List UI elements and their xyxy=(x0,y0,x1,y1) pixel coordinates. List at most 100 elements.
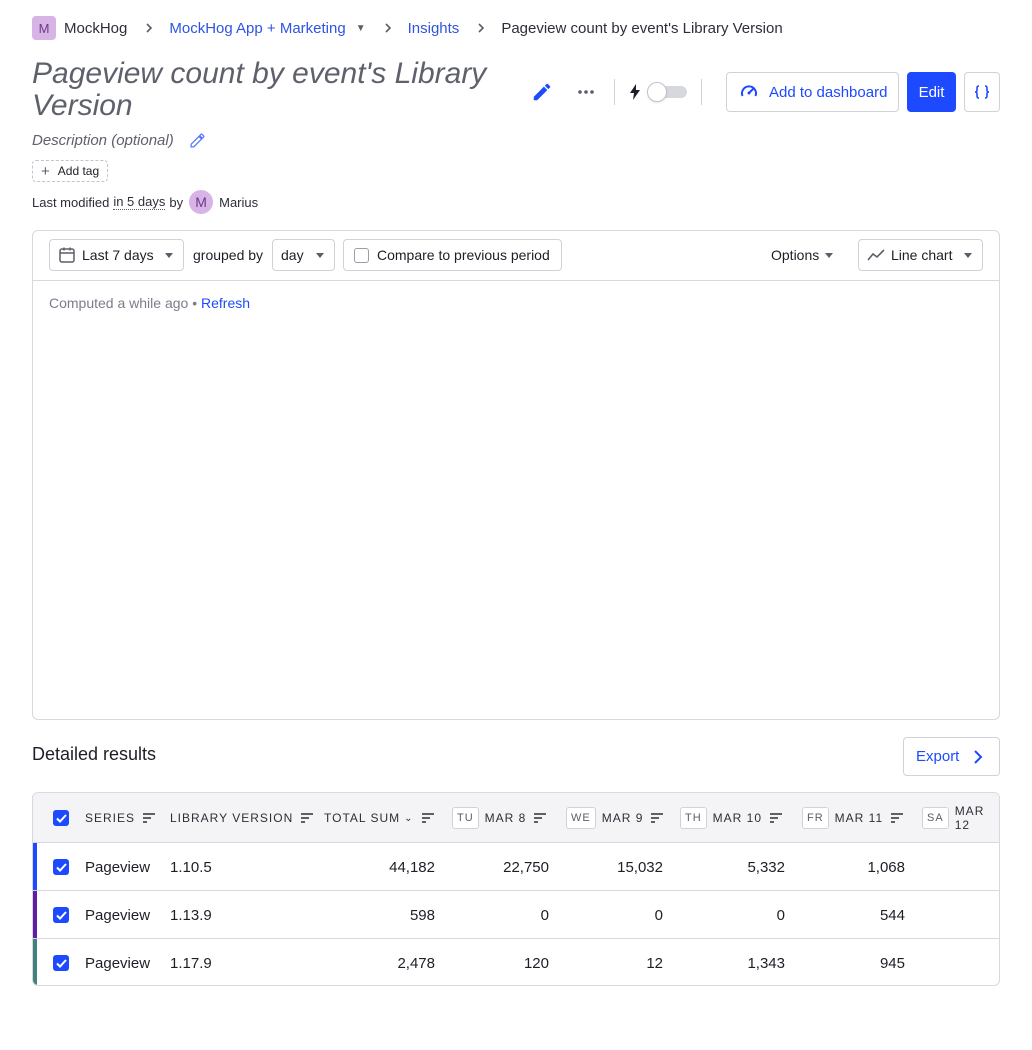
series-name[interactable]: Pageview xyxy=(85,843,150,891)
chevron-right-icon xyxy=(974,749,983,764)
edit-title-pencil-icon[interactable] xyxy=(528,78,556,106)
day-value: 0 xyxy=(654,906,663,924)
plus-icon: + xyxy=(41,162,50,180)
description-row: Description (optional) xyxy=(32,130,212,150)
day-value: 544 xyxy=(879,906,905,924)
checkbox-checked[interactable] xyxy=(53,955,69,971)
column-library-version[interactable]: LIBRARY VERSION xyxy=(170,793,314,843)
library-version: 1.13.9 xyxy=(170,906,212,924)
interval-select[interactable]: day xyxy=(272,239,335,271)
refresh-link[interactable]: Refresh xyxy=(201,295,250,311)
line-chart-icon xyxy=(867,249,885,261)
more-options-icon[interactable] xyxy=(572,78,600,106)
last-modified-row: Last modified in 5 days by M Marius xyxy=(32,190,258,214)
sort-icon[interactable] xyxy=(143,813,156,823)
author-name: Marius xyxy=(219,194,259,210)
sort-icon[interactable] xyxy=(891,813,904,823)
column-series[interactable]: SERIES xyxy=(85,793,156,843)
export-button[interactable]: Export xyxy=(903,737,1000,776)
sort-icon[interactable] xyxy=(534,813,547,823)
toggle-knob xyxy=(647,82,667,102)
breadcrumb-org[interactable]: MockHog xyxy=(64,20,127,37)
gauge-icon xyxy=(741,85,757,97)
breadcrumb: M MockHog MockHog App + Marketing ▼ Insi… xyxy=(32,16,783,40)
weekday-tag: SA xyxy=(922,807,949,829)
series-name[interactable]: Pageview xyxy=(85,891,150,939)
author-avatar: M xyxy=(189,190,214,214)
options-dropdown[interactable]: Options xyxy=(763,239,843,271)
results-title: Detailed results xyxy=(32,744,157,764)
weekday-tag: WE xyxy=(566,807,596,829)
sort-icon[interactable] xyxy=(770,813,783,823)
braces-icon xyxy=(974,85,990,99)
chart-type-select[interactable]: Line chart xyxy=(858,239,983,271)
column-day-4[interactable]: SA MAR 12 xyxy=(922,793,999,843)
caret-down-icon xyxy=(964,252,972,258)
calendar-icon xyxy=(59,247,75,263)
sort-icon[interactable] xyxy=(421,813,434,823)
modified-by: by xyxy=(169,194,184,210)
chevron-down-icon: ⌄ xyxy=(404,812,414,824)
insight-toolbar: Last 7 days grouped by day Compare to pr… xyxy=(33,231,999,281)
compare-label: Compare to previous period xyxy=(377,247,550,263)
description-field[interactable]: Description (optional) xyxy=(32,132,174,149)
export-label: Export xyxy=(916,748,960,765)
lightning-bolt-icon xyxy=(629,84,641,100)
column-label: MAR 10 xyxy=(712,811,763,825)
code-braces-button[interactable] xyxy=(964,72,1000,112)
modified-prefix: Last modified xyxy=(32,194,110,210)
row-checkbox[interactable] xyxy=(53,843,69,891)
computed-status: Computed a while ago • Refresh xyxy=(49,295,250,311)
date-range-value: Last 7 days xyxy=(82,247,154,263)
weekday-tag: TU xyxy=(452,807,479,829)
select-all-checkbox[interactable] xyxy=(53,793,69,843)
column-label: MAR 9 xyxy=(601,811,644,825)
checkbox-checked[interactable] xyxy=(53,859,69,875)
chevron-right-icon xyxy=(143,22,155,34)
grouped-by-label: grouped by xyxy=(193,247,264,263)
column-label: MAR 8 xyxy=(484,811,527,825)
breadcrumb-project[interactable]: MockHog App + Marketing xyxy=(169,20,345,37)
edit-button[interactable]: Edit xyxy=(907,72,956,112)
library-version: 1.10.5 xyxy=(170,858,212,876)
autorefresh-toggle[interactable] xyxy=(647,82,687,102)
column-day-0[interactable]: TU MAR 8 xyxy=(452,793,547,843)
add-to-dashboard-label: Add to dashboard xyxy=(769,83,888,101)
chevron-right-icon xyxy=(382,22,394,34)
total-sum: 44,182 xyxy=(389,858,435,876)
column-day-2[interactable]: TH MAR 10 xyxy=(680,793,783,843)
library-version: 1.17.9 xyxy=(170,954,212,972)
row-checkbox[interactable] xyxy=(53,891,69,939)
column-label: SERIES xyxy=(85,811,136,825)
date-range-select[interactable]: Last 7 days xyxy=(49,239,184,271)
day-value: 0 xyxy=(776,906,785,924)
day-value: 0 xyxy=(540,906,549,924)
column-day-1[interactable]: WE MAR 9 xyxy=(566,793,664,843)
chart-type-value: Line chart xyxy=(891,247,953,263)
column-day-3[interactable]: FR MAR 11 xyxy=(802,793,904,843)
checkbox-checked[interactable] xyxy=(53,907,69,923)
series-name[interactable]: Pageview xyxy=(85,939,150,985)
table-row: Pageview 1.13.9 598 0 0 0 544 xyxy=(33,891,999,939)
caret-down-icon[interactable]: ▼ xyxy=(356,23,366,34)
caret-down-icon xyxy=(316,252,324,258)
add-tag-button[interactable]: + Add tag xyxy=(32,160,109,182)
checkbox[interactable] xyxy=(354,247,369,263)
series-color-accent xyxy=(33,843,37,890)
insight-card: Last 7 days grouped by day Compare to pr… xyxy=(32,230,1000,720)
add-to-dashboard-button[interactable]: Add to dashboard xyxy=(726,72,899,112)
day-value: 15,032 xyxy=(617,858,663,876)
compare-checkbox[interactable]: Compare to previous period xyxy=(343,239,562,271)
edit-description-pencil-icon[interactable] xyxy=(184,126,212,154)
total-sum: 598 xyxy=(409,906,435,924)
column-label: MAR 12 xyxy=(954,804,985,832)
caret-down-icon xyxy=(165,252,173,258)
row-checkbox[interactable] xyxy=(53,939,69,985)
column-total-sum[interactable]: TOTAL SUM ⌄ xyxy=(324,793,434,843)
insight-title[interactable]: Pageview count by event's Library Versio… xyxy=(32,58,512,122)
options-label: Options xyxy=(771,247,820,263)
sort-icon[interactable] xyxy=(651,813,664,823)
checkbox-checked[interactable] xyxy=(53,810,69,826)
sort-icon[interactable] xyxy=(301,813,314,823)
breadcrumb-insights[interactable]: Insights xyxy=(408,20,460,37)
